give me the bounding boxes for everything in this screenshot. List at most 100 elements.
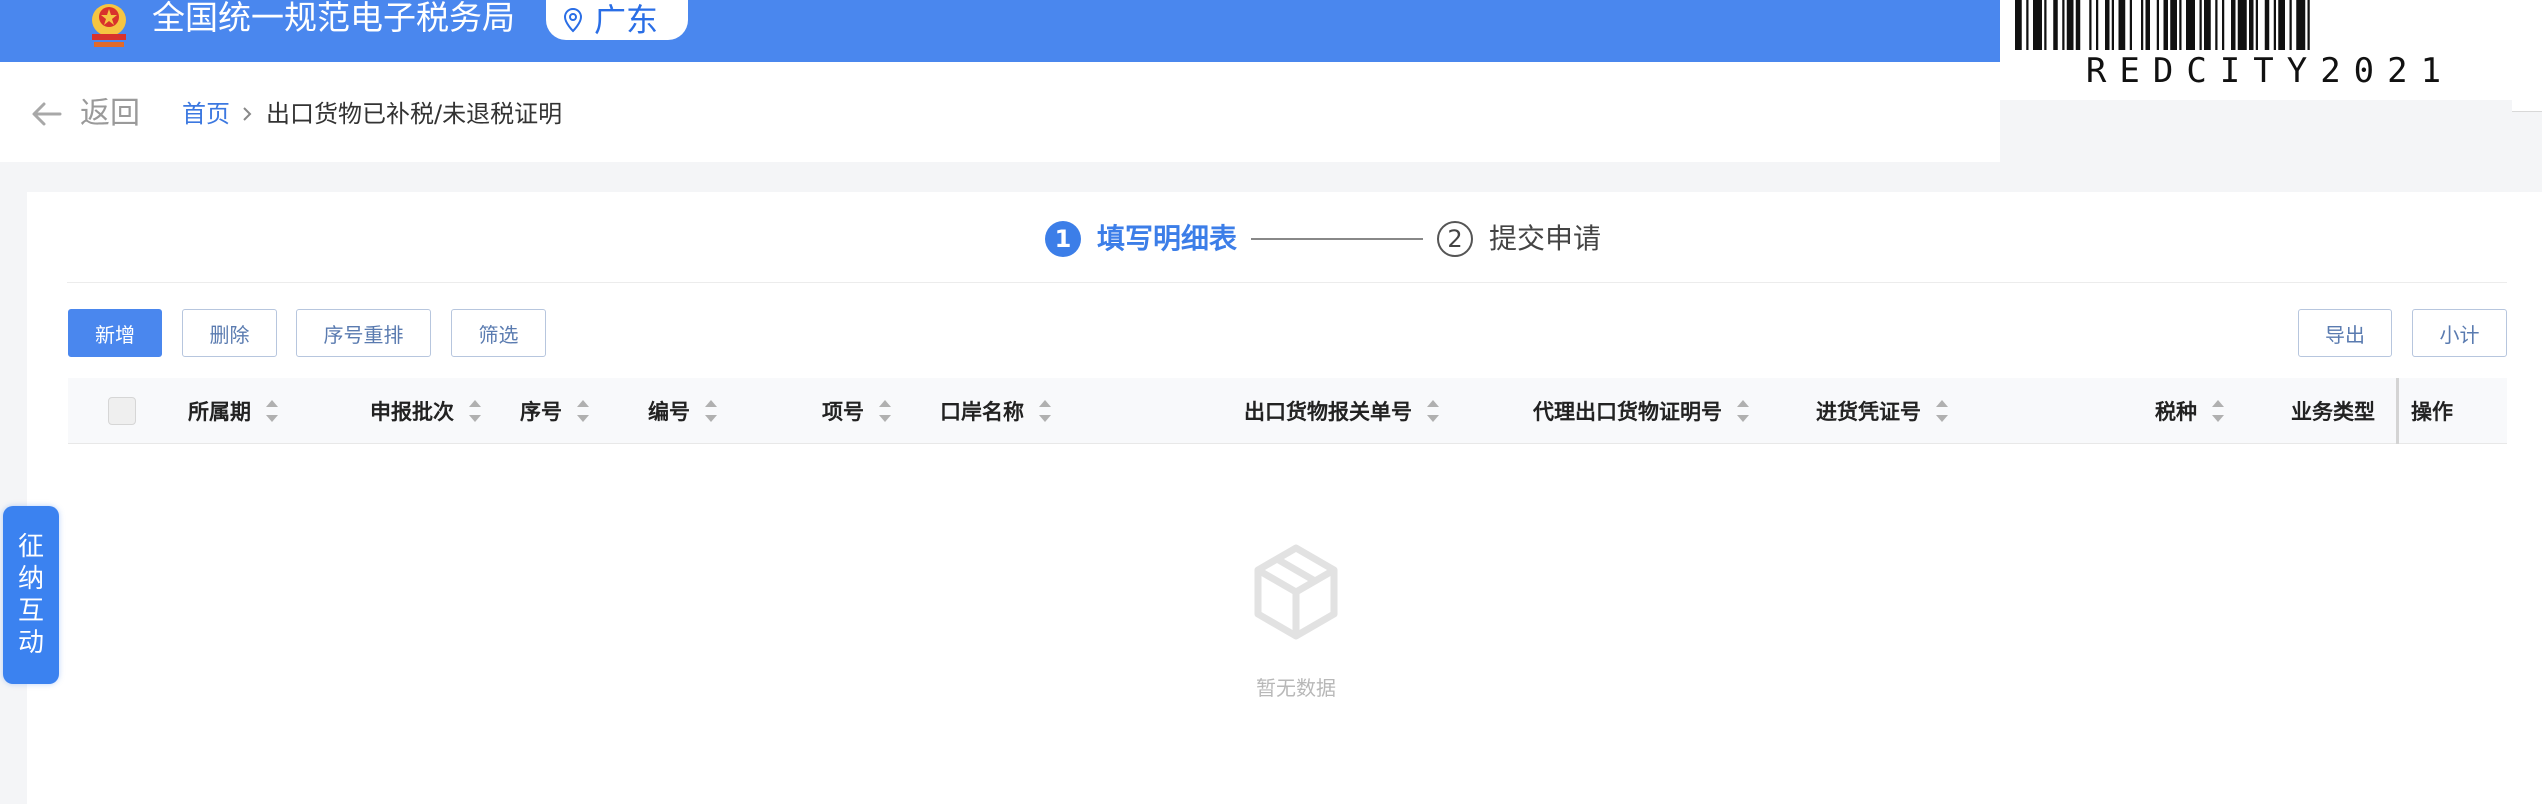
side-tab-char: 互 <box>17 596 44 626</box>
column-header-label: 申报批次 <box>370 400 454 424</box>
column-header[interactable]: 序号 <box>520 378 590 444</box>
step-1-label: 填写明细表 <box>1097 222 1238 255</box>
step-2-label: 提交申请 <box>1489 222 1602 255</box>
interaction-side-tab[interactable]: 征纳互动 <box>3 506 59 684</box>
national-emblem-icon <box>92 4 126 47</box>
region-selector[interactable]: 广东 <box>546 0 688 40</box>
column-header-label: 税种 <box>2155 400 2197 424</box>
barcode-bar <box>2237 0 2247 50</box>
sort-icon[interactable] <box>878 396 892 426</box>
barcode-bar <box>2075 0 2081 50</box>
barcode-bar <box>2044 0 2047 50</box>
barcode-bar <box>2156 0 2159 50</box>
arrow-left-icon <box>32 102 62 126</box>
back-label: 返回 <box>80 96 140 131</box>
barcode-bar <box>2145 0 2150 50</box>
column-header-label: 项号 <box>822 400 864 424</box>
barcode-bar <box>2255 0 2258 50</box>
barcode-bar <box>2015 0 2022 50</box>
barcode-bar <box>2273 0 2276 50</box>
column-header-label: 编号 <box>648 400 690 424</box>
column-header[interactable]: 口岸名称 <box>940 378 1052 444</box>
column-header-label: 进货凭证号 <box>1816 400 1921 424</box>
column-header[interactable]: 出口货物报关单号 <box>1244 378 1440 444</box>
barcode-bar <box>2096 0 2099 50</box>
column-header[interactable]: 所属期 <box>188 378 279 444</box>
export-button[interactable]: 导出 <box>2298 309 2392 357</box>
barcode-bar <box>2179 0 2182 50</box>
site-title: 全国统一规范电子税务局 <box>152 0 515 37</box>
step-1-number: 1 <box>1045 221 1081 257</box>
column-header-label: 业务类型 <box>2291 400 2375 424</box>
column-header-label: 口岸名称 <box>940 400 1024 424</box>
column-header[interactable]: 进货凭证号 <box>1816 378 1949 444</box>
side-tab-char: 征 <box>17 532 44 562</box>
breadcrumb-current: 出口货物已补税/未退税证明 <box>266 100 563 128</box>
region-label: 广东 <box>594 1 659 39</box>
edge-tab <box>2512 100 2542 112</box>
barcode-bar <box>2199 0 2202 50</box>
barcode-bar <box>2089 0 2092 50</box>
sort-icon[interactable] <box>576 396 590 426</box>
barcode-bar <box>2278 0 2285 50</box>
main-card: 1 填写明细表 2 提交申请 新增 删除 序号重排 筛选 导出 小计 所属期 申报… <box>27 192 2542 804</box>
empty-box-icon <box>1254 544 1338 640</box>
barcode-bar <box>2111 0 2114 50</box>
delete-button[interactable]: 删除 <box>182 309 277 357</box>
sort-icon[interactable] <box>1426 396 1440 426</box>
barcode-bar <box>2264 0 2270 50</box>
step-connector <box>1251 238 1424 240</box>
filter-button[interactable]: 筛选 <box>451 309 546 357</box>
barcode-bar <box>2105 0 2110 50</box>
barcode-bar <box>2118 0 2126 50</box>
barcode-bar <box>2053 0 2058 50</box>
step-indicator: 1 填写明细表 2 提交申请 <box>1045 216 1601 262</box>
barcode-bar <box>2026 0 2029 50</box>
column-header-label: 代理出口货物证明号 <box>1533 400 1722 424</box>
column-header[interactable]: 编号 <box>648 378 718 444</box>
column-header[interactable]: 申报批次 <box>370 378 482 444</box>
column-header: 操作 <box>2411 378 2453 444</box>
column-header[interactable]: 项号 <box>822 378 892 444</box>
barcode-graphic <box>2015 0 2310 50</box>
sort-icon[interactable] <box>1736 396 1750 426</box>
sort-icon[interactable] <box>1038 396 1052 426</box>
sort-icon[interactable] <box>2211 396 2225 426</box>
sort-icon[interactable] <box>265 396 279 426</box>
chevron-right-icon <box>243 107 252 121</box>
barcode-bar <box>2066 0 2074 50</box>
column-header-label: 所属期 <box>188 400 251 424</box>
subtotal-button[interactable]: 小计 <box>2412 309 2507 357</box>
barcode-bar <box>2231 0 2236 50</box>
add-button[interactable]: 新增 <box>68 309 162 357</box>
barcode-bar <box>2129 0 2132 50</box>
select-all-checkbox[interactable] <box>108 397 136 425</box>
barcode-text: REDCITY2021 <box>2085 51 2455 91</box>
column-header[interactable]: 税种 <box>2155 378 2225 444</box>
side-tab-char: 动 <box>17 628 44 658</box>
fixed-column-divider <box>2396 378 2399 444</box>
barcode-area: REDCITY2021 <box>2000 0 2542 100</box>
table-header: 所属期 申报批次 序号 编号 项号 口岸名称 出口货物报关单号 代理出口货物证明号 进货凭证号 税… <box>68 378 2507 444</box>
column-header-label: 出口货物报关单号 <box>1244 400 1412 424</box>
barcode-bar <box>2163 0 2168 50</box>
column-header: 业务类型 <box>2291 378 2375 444</box>
top-banner: 全国统一规范电子税务局 广东 <box>0 0 2000 62</box>
barcode-bar <box>2062 0 2065 50</box>
barcode-bar <box>2186 0 2195 50</box>
breadcrumb-bar: 返回 首页 出口货物已补税/未退税证明 <box>0 62 2000 162</box>
breadcrumb-home-link[interactable]: 首页 <box>182 94 230 134</box>
renumber-button[interactable]: 序号重排 <box>296 309 431 357</box>
sort-icon[interactable] <box>468 396 482 426</box>
step-2-number: 2 <box>1437 221 1474 257</box>
barcode-bar <box>2170 0 2177 50</box>
barcode-bar <box>2204 0 2211 50</box>
sort-icon[interactable] <box>704 396 718 426</box>
column-header-label: 序号 <box>520 400 562 424</box>
column-header[interactable]: 代理出口货物证明号 <box>1533 378 1750 444</box>
divider <box>67 282 2507 283</box>
barcode-bar <box>2296 0 2306 50</box>
sort-icon[interactable] <box>1935 396 1949 426</box>
barcode-bar <box>2141 0 2144 50</box>
back-button[interactable]: 返回 <box>30 94 140 134</box>
